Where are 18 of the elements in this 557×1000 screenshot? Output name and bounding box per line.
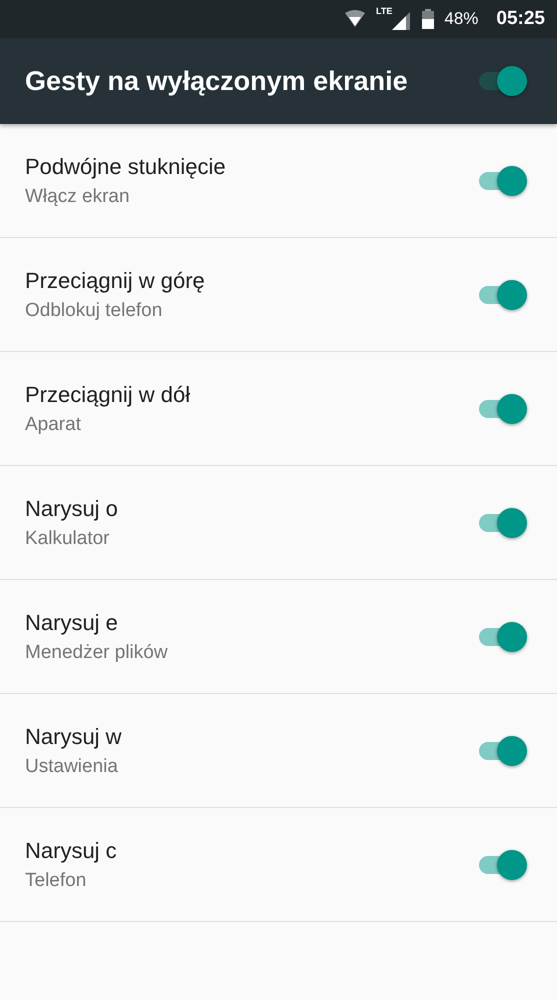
setting-title: Narysuj w bbox=[25, 724, 123, 750]
setting-title: Narysuj o bbox=[25, 496, 119, 522]
setting-title: Podwójne stuknięcie bbox=[25, 154, 227, 180]
screen-title: Gesty na wyłączonym ekranie bbox=[25, 66, 409, 96]
clock: 05:25 bbox=[496, 8, 545, 30]
setting-subtitle: Kalkulator bbox=[25, 528, 110, 550]
setting-title: Narysuj e bbox=[25, 610, 119, 636]
setting-subtitle: Aparat bbox=[25, 414, 82, 436]
setting-title: Przeciągnij w górę bbox=[25, 268, 206, 294]
setting-title: Narysuj c bbox=[25, 838, 118, 864]
setting-subtitle: Telefon bbox=[25, 870, 88, 892]
battery-percentage: 48% bbox=[444, 9, 478, 29]
setting-subtitle: Ustawienia bbox=[25, 756, 119, 778]
setting-title: Przeciągnij w dół bbox=[25, 382, 192, 408]
setting-subtitle: Menedżer plików bbox=[25, 642, 169, 664]
setting-subtitle: Odblokuj telefon bbox=[25, 300, 164, 322]
setting-subtitle: Włącz ekran bbox=[25, 186, 131, 208]
network-type: LTE bbox=[376, 6, 392, 16]
